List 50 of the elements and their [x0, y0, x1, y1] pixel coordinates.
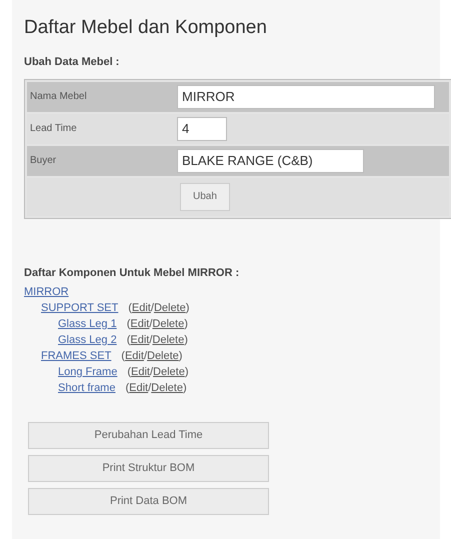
input-field[interactable]: MIRROR: [177, 84, 435, 108]
punctuation: /: [148, 381, 152, 396]
tree-link[interactable]: SUPPORT SET: [41, 300, 118, 316]
tree-link[interactable]: Glass Leg 1: [58, 316, 117, 332]
punctuation: /: [149, 317, 152, 332]
delete-link[interactable]: Delete: [152, 316, 184, 332]
tree-link[interactable]: Short frame: [58, 380, 116, 396]
action-button[interactable]: Print Struktur BOM: [28, 455, 269, 482]
tree-link[interactable]: Glass Leg 2: [58, 332, 117, 348]
tree-link[interactable]: Long Frame: [58, 364, 118, 380]
edit-link[interactable]: Edit: [132, 300, 151, 316]
edit-link[interactable]: Edit: [124, 348, 144, 364]
input-field[interactable]: 4: [177, 116, 227, 140]
action-button[interactable]: Print Data BOM: [28, 488, 269, 515]
edit-link[interactable]: Edit: [130, 332, 150, 348]
punctuation: (: [127, 365, 131, 380]
punctuation: ): [184, 365, 188, 380]
input-field[interactable]: BLAKE RANGE (C&B): [177, 148, 364, 172]
punctuation: (: [128, 301, 132, 316]
field-label: Buyer: [29, 154, 58, 168]
list-heading: Daftar Komponen Untuk Mebel MIRROR :: [24, 266, 240, 280]
punctuation: (: [121, 349, 125, 364]
punctuation: ): [184, 333, 188, 348]
punctuation: ): [184, 317, 188, 332]
form-heading: Ubah Data Mebel :: [24, 55, 120, 70]
field-label: Lead Time: [29, 122, 78, 136]
punctuation: (: [126, 317, 130, 332]
punctuation: /: [144, 349, 147, 364]
tree-link[interactable]: MIRROR: [24, 284, 69, 300]
delete-link[interactable]: Delete: [151, 380, 183, 396]
page-title: Daftar Mebel dan Komponen: [24, 16, 268, 40]
field-label: Nama Mebel: [29, 90, 88, 104]
punctuation: (: [125, 381, 130, 396]
punctuation: ): [178, 349, 182, 364]
delete-link[interactable]: Delete: [154, 300, 186, 316]
delete-link[interactable]: Delete: [153, 364, 185, 380]
punctuation: /: [150, 365, 154, 380]
punctuation: (: [126, 333, 130, 348]
tree-link[interactable]: FRAMES SET: [41, 348, 112, 364]
edit-link[interactable]: Edit: [130, 364, 150, 380]
action-button[interactable]: Perubahan Lead Time: [28, 422, 269, 449]
punctuation: /: [150, 301, 154, 316]
edit-link[interactable]: Edit: [129, 380, 148, 396]
punctuation: ): [186, 301, 190, 316]
punctuation: /: [149, 333, 152, 348]
punctuation: ): [182, 381, 187, 396]
edit-link[interactable]: Edit: [130, 316, 150, 332]
submit-button[interactable]: Ubah: [180, 182, 230, 210]
delete-link[interactable]: Delete: [152, 332, 184, 348]
delete-link[interactable]: Delete: [147, 348, 179, 364]
